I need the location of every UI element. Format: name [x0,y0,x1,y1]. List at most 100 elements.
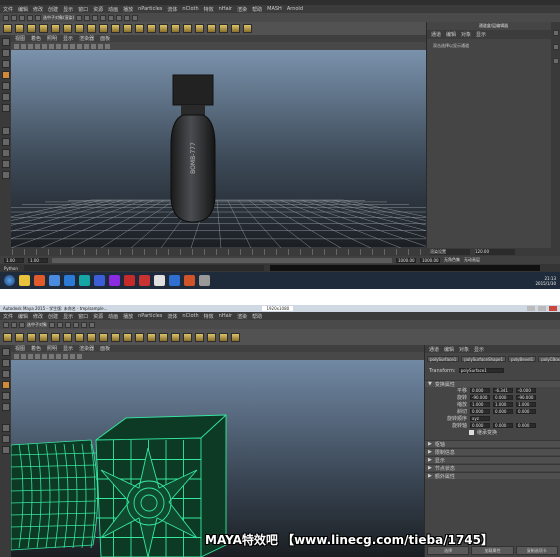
range-inner-start[interactable]: 1.00 [28,257,48,263]
shelf-tool-icon[interactable] [231,332,240,342]
camera-attr-icon[interactable] [21,43,26,49]
shelf-tool-icon[interactable] [207,24,216,33]
snap-curve-icon[interactable] [108,14,115,21]
shelf-tool-icon[interactable] [63,24,72,33]
attr-value-field[interactable]: 0.000 [516,409,536,414]
shelf-tool-icon[interactable] [111,24,120,33]
layout-four-icon[interactable] [1,138,10,146]
textured-icon[interactable] [77,43,82,49]
menu-item[interactable]: 特效 [204,6,214,13]
menu-item[interactable]: nCloth [182,6,198,12]
channel-box-tab[interactable] [552,58,559,64]
shelf-tool-icon[interactable] [207,332,216,342]
menu-item[interactable]: nParticles [138,313,162,319]
menu-item[interactable]: 流体 [167,6,177,13]
resolution-tab[interactable]: 1920x1080 [262,306,294,311]
shelf-tool-icon[interactable] [75,332,84,342]
browser-icon[interactable] [49,275,60,286]
select-object-icon[interactable] [84,14,91,21]
move-tool-icon[interactable] [1,71,10,79]
layout-outliner-icon[interactable] [1,160,10,168]
after-effects-icon[interactable] [124,275,135,286]
paint-select-icon[interactable] [1,370,10,378]
lasso-tool-icon[interactable] [1,49,10,57]
menu-item[interactable]: Arnold [287,6,303,12]
menu-item[interactable]: 文件 [3,6,13,13]
snap-grid-icon[interactable] [100,14,107,21]
shelf-tool-icon[interactable] [99,332,108,342]
shelf-tool-icon[interactable] [51,332,60,342]
menu-item[interactable]: 动画 [108,6,118,13]
collapsed-section[interactable]: ▶ 节点状态 [425,464,560,472]
ipr-render-icon[interactable] [132,14,139,21]
shelf-tool-icon[interactable] [87,332,96,342]
menu-item[interactable]: 资源 [93,6,103,13]
inherit-checkbox[interactable] [469,430,474,435]
viewport-menu-item[interactable]: 照明 [47,345,57,352]
menu-item[interactable]: 对象 [459,346,469,353]
attr-node-tab[interactable]: polySurfaceShape1 [461,356,507,362]
render-icon[interactable] [124,14,131,21]
resolution-gate-icon[interactable] [56,43,61,49]
wireframe-icon[interactable] [42,353,47,359]
lasso-tool-icon[interactable] [1,359,10,367]
shelf-tool-icon[interactable] [195,24,204,33]
anim-layer-dropdown[interactable]: 无动画层 [464,257,480,263]
menu-item[interactable]: 资源 [93,313,103,320]
shelf-tool-icon[interactable] [135,332,144,342]
attr-footer-button[interactable]: 复制选项卡 [515,546,558,555]
attr-value-field[interactable]: 0.000 [493,423,513,428]
move-tool-icon[interactable] [1,381,10,389]
select-hierarchy-icon[interactable] [49,321,55,328]
shelf-tool-icon[interactable] [75,24,84,33]
photoshop-icon[interactable] [169,275,180,286]
menu-item[interactable]: 显示 [474,346,484,353]
open-scene-icon[interactable] [11,321,17,328]
shelf-tool-icon[interactable] [231,24,240,33]
undo-icon[interactable] [27,14,33,21]
viewport-menu-item[interactable]: 渲染器 [79,345,94,352]
menu-item[interactable]: nHair [219,6,232,12]
shelf-tool-icon[interactable] [15,332,24,342]
isolate-icon[interactable] [98,43,103,49]
xray-icon[interactable] [105,43,110,49]
shelf-tool-icon[interactable] [171,332,180,342]
menu-item[interactable]: 文件 [3,313,13,320]
rotate-tool-icon[interactable] [1,392,10,400]
select-hierarchy-icon[interactable] [76,14,83,21]
menu-item[interactable]: 动画 [108,313,118,320]
tool-settings-tab[interactable] [552,44,559,50]
shelf-tool-icon[interactable] [63,332,72,342]
viewport-menu-item[interactable]: 面板 [100,345,110,352]
char-set-dropdown[interactable]: 无角色集 [444,257,460,263]
menu-item[interactable]: 播放 [123,6,133,13]
menu-item[interactable]: MASH [267,6,282,12]
attr-value-field[interactable]: 0.000 [493,395,513,400]
viewport-menu-item[interactable]: 显示 [63,35,73,42]
camera-icon[interactable] [14,43,19,49]
save-scene-icon[interactable] [19,321,25,328]
transform-name-field[interactable]: polySurface1 [458,368,504,373]
shelf-tool-icon[interactable] [15,24,24,33]
render-button[interactable]: 渲染设置 [430,249,470,255]
shadows-icon[interactable] [91,43,96,49]
time-slider[interactable]: 渲染设置 120.00 [0,248,560,256]
xray-icon[interactable] [77,353,82,359]
app-icon[interactable] [199,275,210,286]
channel-box-menu-item[interactable]: 通道 [431,31,441,38]
shelf-tool-icon[interactable] [123,332,132,342]
menu-item[interactable]: 创建 [48,313,58,320]
shelf-tool-icon[interactable] [243,24,252,33]
attr-node-tab[interactable]: polySurface1 [427,356,460,362]
maximize-icon[interactable] [538,306,546,311]
attr-value-field[interactable]: 0.000 [493,409,513,414]
menu-item[interactable]: nParticles [138,6,162,12]
menu-item[interactable]: 显示 [63,313,73,320]
section-transform-attrs[interactable]: ▼ 变换属性 [425,380,560,388]
shelf-tool-icon[interactable] [39,332,48,342]
menu-item[interactable]: 渲染 [237,313,247,320]
wireframe-icon[interactable] [63,43,68,49]
textured-icon[interactable] [56,353,61,359]
menu-item[interactable]: nCloth [182,313,198,319]
select-tool-icon[interactable] [1,38,10,46]
